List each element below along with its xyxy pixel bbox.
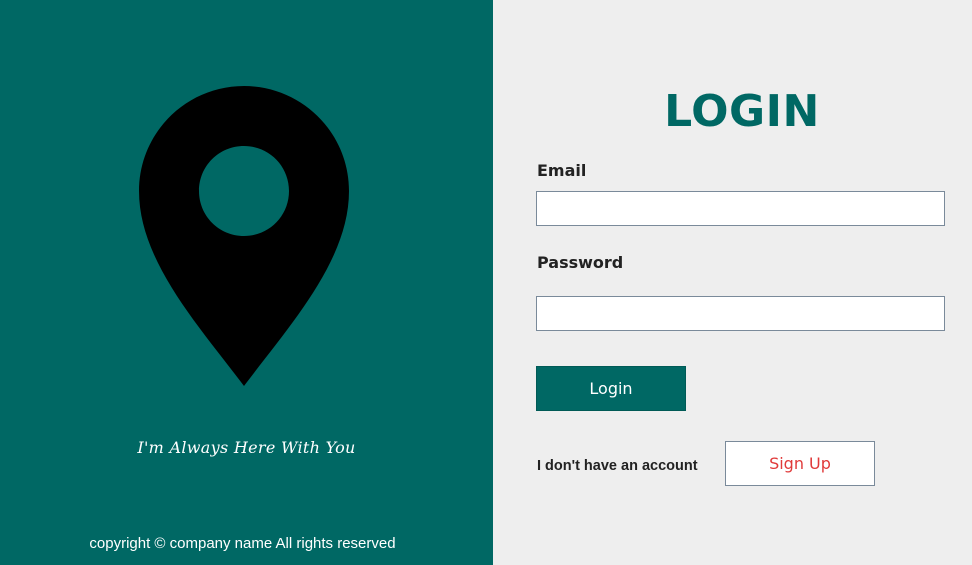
email-input[interactable] [536, 191, 945, 226]
brand-tagline: I'm Always Here With You [137, 438, 356, 457]
password-input[interactable] [536, 296, 945, 331]
brand-panel: I'm Always Here With You copyright © com… [0, 0, 493, 565]
signup-button[interactable]: Sign Up [725, 441, 875, 486]
login-panel: LOGIN Email Password Login I don't have … [493, 0, 972, 565]
login-screen: I'm Always Here With You copyright © com… [0, 0, 972, 565]
login-title: LOGIN [664, 86, 820, 137]
login-button[interactable]: Login [536, 366, 686, 411]
password-label: Password [537, 253, 624, 272]
email-label: Email [537, 161, 587, 180]
copyright-text: copyright © company name All rights rese… [89, 535, 396, 552]
map-pin-icon [139, 86, 349, 386]
no-account-text: I don't have an account [537, 458, 698, 474]
